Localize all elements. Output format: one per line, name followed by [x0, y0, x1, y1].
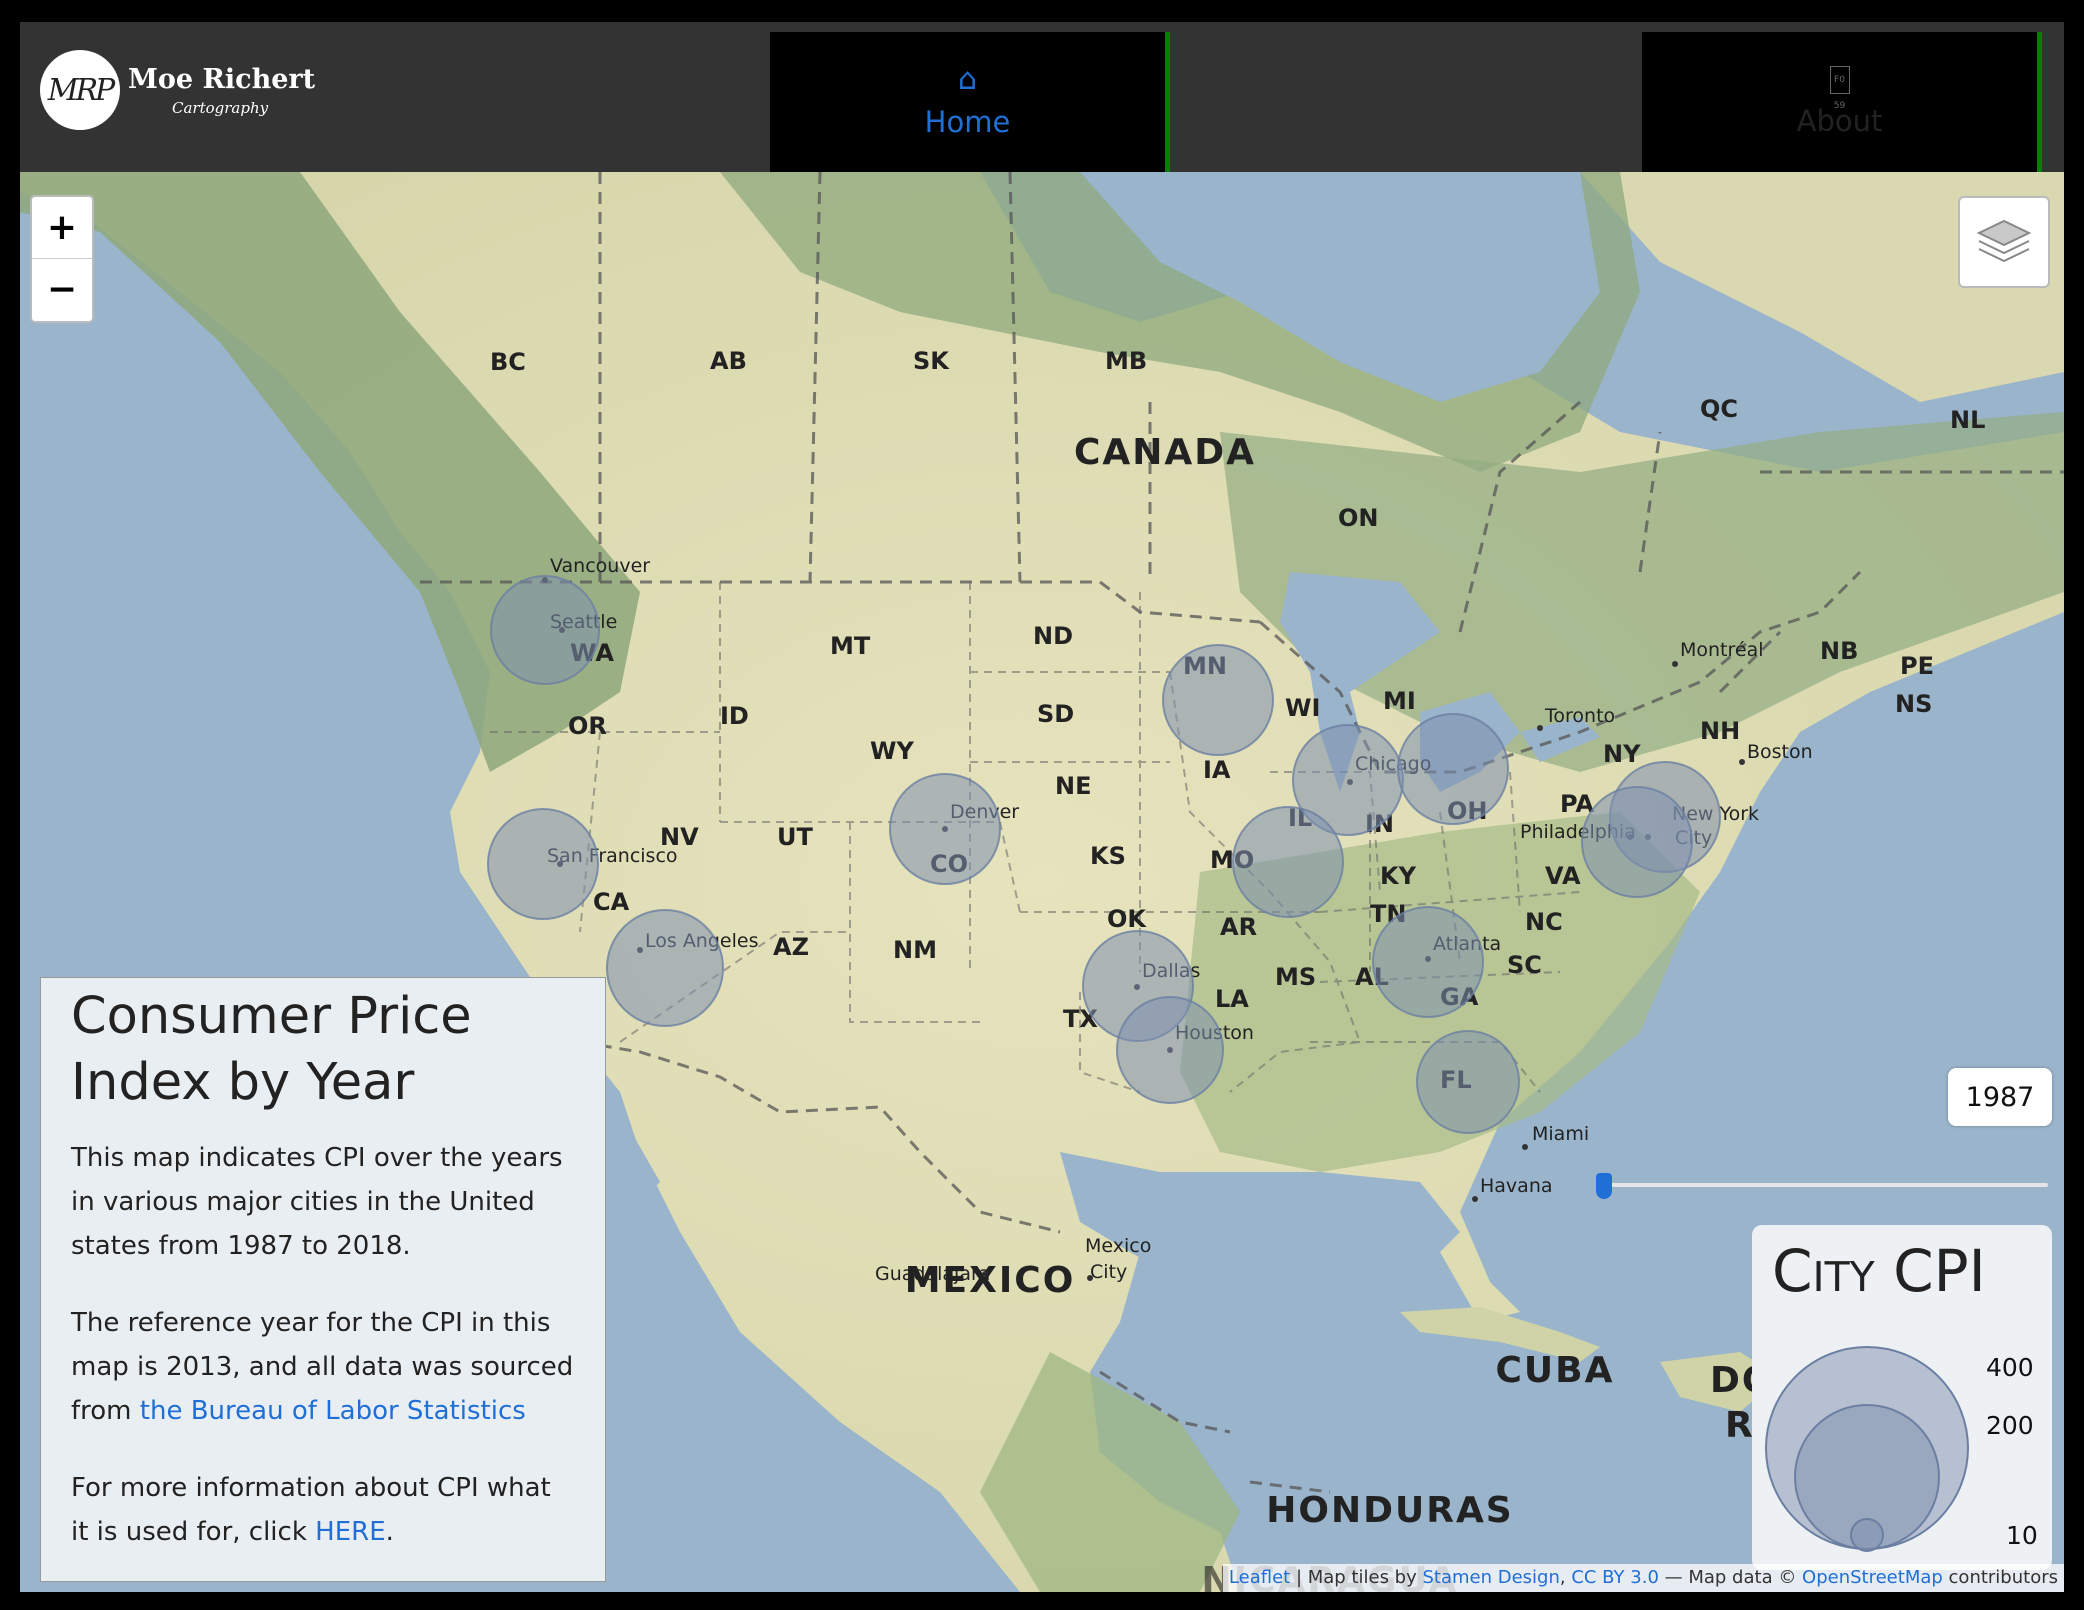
legend-label-10: 10 — [2006, 1521, 2038, 1550]
svg-text:City: City — [1090, 1261, 1127, 1283]
svg-text:AB: AB — [710, 347, 747, 375]
svg-text:MT: MT — [830, 632, 871, 660]
svg-text:ID: ID — [720, 702, 749, 730]
svg-text:ND: ND — [1033, 622, 1073, 650]
brand[interactable]: MRP Moe Richert Cartography — [40, 50, 315, 130]
stamen-link[interactable]: Stamen Design — [1422, 1567, 1559, 1588]
nav-home-label: Home — [924, 105, 1011, 139]
cpi-circle-san-francisco — [487, 808, 599, 920]
svg-text:LA: LA — [1215, 985, 1249, 1013]
svg-text:WI: WI — [1285, 694, 1320, 722]
navbar: MRP Moe Richert Cartography ⌂ Home F0 59… — [20, 22, 2064, 172]
svg-text:MS: MS — [1275, 963, 1316, 991]
svg-text:NH: NH — [1700, 717, 1740, 745]
nav-home-button[interactable]: ⌂ Home — [770, 32, 1170, 172]
home-icon: ⌂ — [957, 62, 978, 97]
svg-text:MI: MI — [1383, 687, 1416, 715]
year-slider-track[interactable] — [1604, 1183, 2048, 1187]
info-paragraph-2: The reference year for the CPI in this m… — [71, 1308, 574, 1426]
nav-about-label: About — [1796, 104, 1883, 138]
cpi-circle-los-angeles — [606, 909, 724, 1027]
svg-text:Havana: Havana — [1480, 1175, 1553, 1197]
svg-text:ON: ON — [1338, 504, 1379, 532]
svg-text:NE: NE — [1055, 772, 1091, 800]
svg-text:NL: NL — [1950, 406, 1985, 434]
svg-text:MB: MB — [1105, 347, 1147, 375]
osm-link[interactable]: OpenStreetMap — [1802, 1567, 1943, 1588]
svg-text:Boston: Boston — [1747, 741, 1813, 763]
document-icon: F0 59 — [1829, 66, 1850, 111]
svg-text:SD: SD — [1037, 700, 1074, 728]
cpi-circle-detroit — [1397, 713, 1509, 825]
svg-text:NB: NB — [1820, 637, 1858, 665]
svg-text:Toronto: Toronto — [1544, 705, 1615, 727]
svg-text:KY: KY — [1380, 862, 1417, 890]
legend-label-200: 200 — [1986, 1411, 2034, 1440]
svg-text:Guadalajara: Guadalajara — [875, 1263, 990, 1285]
legend-circle-10 — [1850, 1518, 1884, 1552]
svg-text:VA: VA — [1545, 862, 1581, 890]
svg-text:AZ: AZ — [773, 933, 809, 961]
info-paragraph-1: This map indicates CPI over the years in… — [71, 1143, 563, 1261]
country-label-dominican-2: R — [1725, 1405, 1755, 1446]
bls-link[interactable]: the Bureau of Labor Statistics — [140, 1396, 526, 1426]
leaflet-link[interactable]: Leaflet — [1229, 1567, 1290, 1588]
cpi-legend: City CPI 400 200 10 — [1752, 1225, 2052, 1570]
map-attribution: Leaflet | Map tiles by Stamen Design, CC… — [1222, 1564, 2064, 1592]
info-title: Consumer Price Index by Year — [71, 987, 472, 1112]
map[interactable]: CANADA MEXICO CUBA HONDURAS DO R NICARAG… — [20, 172, 2064, 1592]
svg-text:SC: SC — [1507, 951, 1542, 979]
year-display: 1987 — [1948, 1068, 2052, 1126]
zoom-in-button[interactable]: + — [32, 197, 92, 259]
svg-text:CA: CA — [593, 888, 630, 916]
cpi-circle-denver — [889, 773, 1001, 885]
brand-name: Moe Richert — [128, 63, 316, 95]
svg-text:BC: BC — [490, 348, 526, 376]
svg-text:Miami: Miami — [1532, 1123, 1589, 1145]
legend-label-400: 400 — [1986, 1353, 2034, 1382]
svg-text:WY: WY — [870, 737, 914, 765]
svg-text:Mexico: Mexico — [1085, 1235, 1151, 1257]
svg-text:KS: KS — [1090, 842, 1126, 870]
cpi-circle-philadelphia — [1581, 786, 1693, 898]
info-panel: Consumer Price Index by Year This map in… — [40, 977, 606, 1582]
cpi-circle-st-louis — [1232, 806, 1344, 918]
svg-text:NM: NM — [893, 936, 937, 964]
country-label-cuba: CUBA — [1496, 1350, 1615, 1391]
brand-subtitle: Cartography — [172, 98, 269, 117]
cc-link[interactable]: CC BY 3.0 — [1571, 1567, 1659, 1588]
svg-text:Montréal: Montréal — [1680, 639, 1764, 661]
country-label-honduras: HONDURAS — [1266, 1490, 1514, 1531]
nav-about-button[interactable]: F0 59 About — [1642, 32, 2042, 172]
zoom-out-button[interactable]: − — [32, 259, 92, 320]
legend-circles — [1765, 1346, 1969, 1552]
svg-text:OR: OR — [568, 712, 607, 740]
svg-text:AR: AR — [1220, 913, 1257, 941]
year-slider-handle[interactable] — [1596, 1173, 1612, 1199]
window-frame: MRP Moe Richert Cartography ⌂ Home F0 59… — [0, 0, 2084, 1610]
info-paragraph-3: For more information about CPI what it i… — [71, 1473, 551, 1547]
brand-logo: MRP — [40, 50, 120, 130]
svg-text:OK: OK — [1107, 905, 1147, 933]
layers-button[interactable] — [1958, 196, 2050, 288]
svg-text:QC: QC — [1700, 395, 1738, 423]
svg-text:NS: NS — [1895, 690, 1932, 718]
app: MRP Moe Richert Cartography ⌂ Home F0 59… — [20, 22, 2064, 1592]
svg-text:NY: NY — [1603, 740, 1641, 768]
svg-text:UT: UT — [777, 823, 813, 851]
zoom-control: + − — [30, 195, 94, 323]
svg-text:NC: NC — [1525, 908, 1563, 936]
cpi-circle-minneapolis — [1162, 644, 1274, 756]
cpi-circle-atlanta — [1372, 906, 1484, 1018]
svg-text:Vancouver: Vancouver — [550, 555, 650, 577]
cpi-info-link[interactable]: HERE — [315, 1517, 385, 1547]
cpi-circle-miami — [1416, 1030, 1520, 1134]
layers-icon — [1976, 219, 2032, 263]
country-label-canada: CANADA — [1074, 432, 1256, 473]
svg-text:IA: IA — [1203, 756, 1231, 784]
svg-text:SK: SK — [913, 347, 950, 375]
cpi-circle-seattle — [490, 575, 600, 685]
cpi-circle-houston — [1116, 996, 1224, 1104]
svg-text:PE: PE — [1900, 652, 1934, 680]
